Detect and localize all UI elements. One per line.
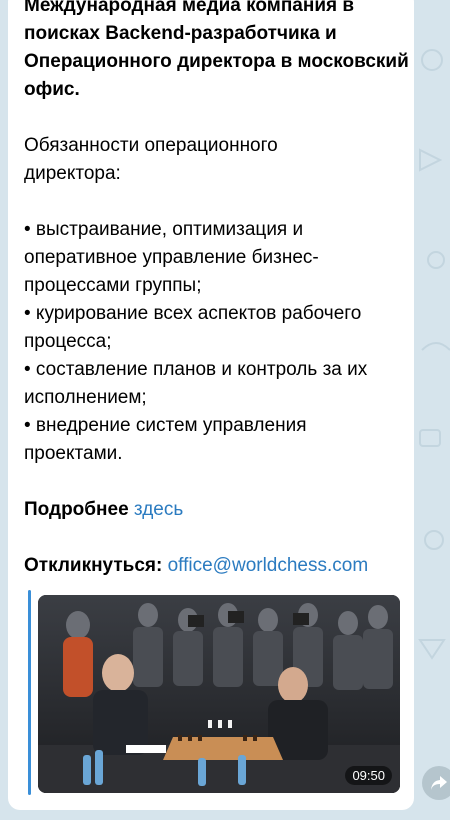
message-title: Международная медиа компания в поисках B…	[24, 0, 409, 100]
share-arrow-icon	[431, 776, 447, 790]
video-thumbnail	[38, 595, 400, 793]
share-button[interactable]	[422, 766, 450, 800]
video-duration: 09:50	[345, 766, 392, 785]
section-heading: Обязанности операционного директора:	[24, 135, 278, 184]
respond-line: Откликнуться: office@worldchess.com	[24, 552, 368, 580]
video-preview[interactable]: 09:50	[38, 595, 400, 793]
more-line: Подробнее здесь	[24, 496, 183, 524]
respond-email-link[interactable]: office@worldchess.com	[168, 555, 369, 576]
respond-colon: :	[156, 555, 163, 576]
link-preview-accent-bar	[28, 590, 31, 795]
list-item: • курирование всех аспектов рабочего про…	[24, 303, 362, 352]
list-item: • внедрение систем управления проектами.	[24, 415, 307, 464]
list-item: • составление планов и контроль за их ис…	[24, 359, 368, 408]
respond-label: Откликнуться	[24, 555, 156, 576]
duties-list: • выстраивание, оптимизация и оперативно…	[24, 216, 404, 468]
more-label: Подробнее	[24, 499, 129, 520]
more-link[interactable]: здесь	[134, 499, 183, 520]
list-item: • выстраивание, оптимизация и оперативно…	[24, 219, 319, 296]
